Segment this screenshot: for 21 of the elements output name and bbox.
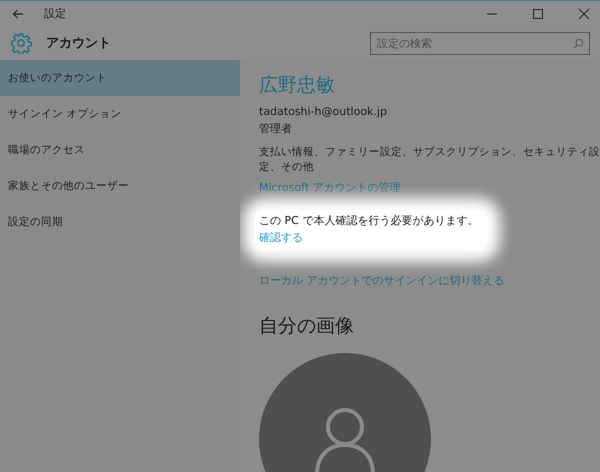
- search-icon: [573, 38, 584, 48]
- maximize-icon[interactable]: [532, 8, 544, 20]
- search-field[interactable]: 設定の検索: [370, 32, 590, 54]
- sidebar-item[interactable]: サインイン オプション: [0, 96, 240, 132]
- sidebar-item[interactable]: 職場のアクセス: [0, 132, 240, 168]
- sidebar-item[interactable]: お使いのアカウント: [0, 60, 240, 96]
- sidebar-item[interactable]: 家族とその他のユーザー: [0, 168, 240, 204]
- account-description: 支払い情報、ファミリー設定、サブスクリプション、セキュリティ設定、その他: [259, 145, 600, 175]
- back-arrow-icon[interactable]: [12, 8, 24, 18]
- person-icon: [315, 405, 375, 472]
- account-role: 管理者: [259, 121, 292, 137]
- page-title: アカウント: [46, 35, 111, 52]
- verify-message: この PC で本人確認を行う必要があります。: [259, 213, 478, 229]
- account-email: tadatoshi-h@outlook.jp: [259, 104, 387, 120]
- section-heading: 自分の画像: [259, 314, 354, 339]
- verify-link[interactable]: 確認する: [259, 231, 303, 244]
- settings-icon: [10, 32, 32, 54]
- window-title: 設定: [44, 6, 66, 21]
- account-name: 広野忠敏: [259, 73, 335, 98]
- close-icon[interactable]: [578, 8, 590, 20]
- sidebar-item[interactable]: 設定の同期: [0, 204, 240, 240]
